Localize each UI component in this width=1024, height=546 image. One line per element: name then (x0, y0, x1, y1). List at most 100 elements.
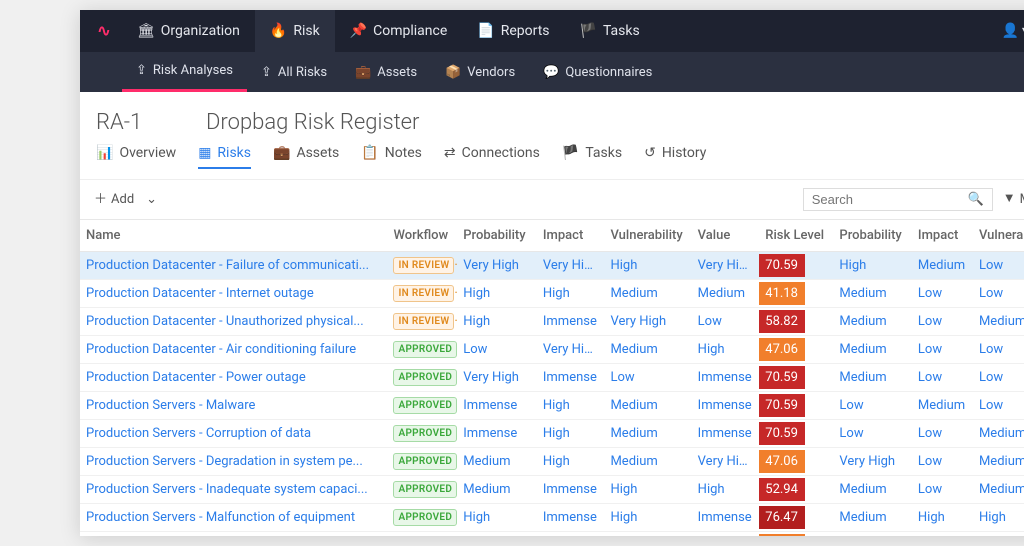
nav-icon: ⇪ (261, 66, 272, 79)
table-row[interactable]: Production Datacenter - Internet outage I… (80, 280, 1024, 308)
nav2-item-vendors[interactable]: 📦Vendors (431, 52, 529, 92)
impact2-cell: Low (912, 336, 973, 364)
table-header-row: NameWorkflowProbabilityImpactVulnerabili… (80, 220, 1024, 252)
prob-cell: High (457, 504, 537, 532)
filter-button[interactable]: ▼M (1003, 192, 1024, 207)
workflow-tag: APPROVED (393, 397, 457, 414)
tab-risks[interactable]: ▦Risks (198, 145, 251, 169)
tab-icon: 📋 (361, 146, 378, 160)
col-header[interactable]: Value (692, 220, 760, 252)
risk-name[interactable]: Production Servers - Degradation in syst… (80, 448, 387, 476)
search-input[interactable] (812, 192, 952, 207)
workflow-tag: IN REVIEW (393, 285, 454, 302)
workflow-cell: APPROVED (387, 476, 457, 504)
table-row[interactable]: Production Servers - Inadequate system c… (80, 476, 1024, 504)
col-header[interactable]: Risk Level (759, 220, 833, 252)
plus-icon: ＋ (94, 193, 107, 206)
workflow-cell: APPROVED (387, 336, 457, 364)
nav2-item-risk-analyses[interactable]: ⇪Risk Analyses (122, 52, 247, 92)
col-header[interactable]: Impact (912, 220, 973, 252)
tab-icon: ⇄ (444, 146, 456, 160)
tab-icon: 💼 (273, 146, 290, 160)
risk-name[interactable]: Production Servers - Power outage (80, 532, 387, 537)
risk-name[interactable]: Production Servers - Malware (80, 392, 387, 420)
prob-cell: Very High (457, 252, 537, 280)
impact2-cell: Low (912, 420, 973, 448)
nav2-item-all-risks[interactable]: ⇪All Risks (247, 52, 341, 92)
nav2-item-assets[interactable]: 💼Assets (341, 52, 431, 92)
add-button[interactable]: ＋Add ⌄ (94, 192, 157, 207)
col-header[interactable]: Name (80, 220, 387, 252)
prob-cell: High (457, 280, 537, 308)
tab-tasks[interactable]: 🏴Tasks (562, 145, 622, 169)
col-header[interactable]: Impact (537, 220, 605, 252)
user-icon: 👤 (1002, 24, 1019, 38)
table-row[interactable]: Production Datacenter - Air conditioning… (80, 336, 1024, 364)
risk-level-cell: 70.59 (759, 392, 833, 420)
col-header[interactable]: Workflow (387, 220, 457, 252)
risk-name[interactable]: Production Servers - Corruption of data (80, 420, 387, 448)
user-menu[interactable]: 👤▾ (992, 24, 1024, 38)
page-header: RA-1 Dropbag Risk Register (80, 92, 1024, 145)
workflow-cell: APPROVED (387, 504, 457, 532)
nav-icon: 💬 (543, 66, 559, 79)
primary-nav: ∿ 🏛Organization🔥Risk📌Compliance📄Reports🏴… (80, 10, 1024, 52)
table-row[interactable]: Production Servers - MalwareAPPROVEDImme… (80, 392, 1024, 420)
risk-level-badge: 47.06 (759, 338, 805, 361)
col-header[interactable]: Probability (457, 220, 537, 252)
toolbar: ＋Add ⌄ 🔍 ▼M (80, 180, 1024, 220)
vuln2-cell: Medium (973, 420, 1024, 448)
table-row[interactable]: Production Datacenter - Failure of commu… (80, 252, 1024, 280)
risk-level-badge: 52.94 (759, 478, 805, 501)
col-header[interactable]: Vulnerabili (973, 220, 1024, 252)
risk-name[interactable]: Production Datacenter - Failure of commu… (80, 252, 387, 280)
vuln2-cell: Low (973, 336, 1024, 364)
table-row[interactable]: Production Datacenter - Unauthorized phy… (80, 308, 1024, 336)
table-row[interactable]: Production Datacenter - Power outageAPPR… (80, 364, 1024, 392)
risk-name[interactable]: Production Datacenter - Air conditioning… (80, 336, 387, 364)
value-cell: Very High (692, 448, 760, 476)
risk-name[interactable]: Production Servers - Malfunction of equi… (80, 504, 387, 532)
risk-name[interactable]: Production Servers - Inadequate system c… (80, 476, 387, 504)
risk-level-badge: 41.18 (759, 282, 805, 305)
impact2-cell: Low (912, 280, 973, 308)
risk-name[interactable]: Production Datacenter - Internet outage (80, 280, 387, 308)
prob-cell: Low (457, 336, 537, 364)
col-header[interactable]: Vulnerability (604, 220, 691, 252)
page-title: Dropbag Risk Register (206, 110, 419, 135)
impact-cell: Immense (537, 308, 605, 336)
impact2-cell: Low (912, 364, 973, 392)
table-row[interactable]: Production Servers - Corruption of dataA… (80, 420, 1024, 448)
tab-connections[interactable]: ⇄Connections (444, 145, 540, 169)
tab-assets[interactable]: 💼Assets (273, 145, 339, 169)
nav1-item-compliance[interactable]: 📌Compliance (335, 10, 463, 52)
tab-history[interactable]: ↺History (644, 145, 706, 169)
risk-level-badge: 76.47 (759, 506, 805, 529)
table-row[interactable]: Production Servers - Power outageAPPROVE… (80, 532, 1024, 537)
vuln-cell: High (604, 476, 691, 504)
risk-name[interactable]: Production Datacenter - Unauthorized phy… (80, 308, 387, 336)
prob-cell: High (457, 308, 537, 336)
tab-notes[interactable]: 📋Notes (361, 145, 422, 169)
prob-cell: Low (457, 532, 537, 537)
nav-icon: 🏴 (580, 24, 597, 38)
vuln-cell: Medium (604, 336, 691, 364)
search-box[interactable]: 🔍 (803, 188, 993, 211)
vuln-cell: Medium (604, 392, 691, 420)
nav1-item-reports[interactable]: 📄Reports (462, 10, 564, 52)
risk-name[interactable]: Production Datacenter - Power outage (80, 364, 387, 392)
nav1-item-organization[interactable]: 🏛Organization (122, 10, 255, 52)
table-row[interactable]: Production Servers - Malfunction of equi… (80, 504, 1024, 532)
nav1-item-tasks[interactable]: 🏴Tasks (565, 10, 655, 52)
prob2-cell: Medium (833, 476, 912, 504)
col-header[interactable]: Probability (833, 220, 912, 252)
workflow-cell: APPROVED (387, 532, 457, 537)
vuln2-cell: Low (973, 392, 1024, 420)
table-row[interactable]: Production Servers - Degradation in syst… (80, 448, 1024, 476)
nav1-item-risk[interactable]: 🔥Risk (255, 10, 335, 52)
value-cell: Immense (692, 532, 760, 537)
workflow-tag: IN REVIEW (393, 313, 454, 330)
nav2-item-questionnaires[interactable]: 💬Questionnaires (529, 52, 666, 92)
tab-overview[interactable]: 📊Overview (96, 145, 176, 169)
impact2-cell: Medium (912, 252, 973, 280)
